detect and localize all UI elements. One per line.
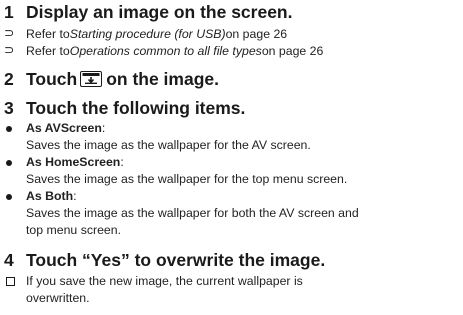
option-colon: : xyxy=(73,189,77,203)
note-line-2: overwritten. xyxy=(26,291,90,305)
reference-1-prefix: Refer to xyxy=(26,27,70,41)
option-description: Saves the image as the wallpaper for the… xyxy=(26,138,311,152)
reference-2-link[interactable]: Operations common to all file types xyxy=(70,44,262,59)
step-4: 4 Touch “Yes” to overwrite the image. xyxy=(0,250,325,270)
arrow-marker-icon: ⊃ xyxy=(4,43,15,57)
step-4-text: Touch “Yes” to overwrite the image. xyxy=(26,250,326,270)
step-3-number: 3 xyxy=(4,98,14,118)
reference-1-suffix: on page 26 xyxy=(225,27,288,41)
option-description-line-2: top menu screen. xyxy=(26,223,122,237)
step-1-number: 1 xyxy=(4,2,14,22)
reference-2-prefix: Refer to xyxy=(26,44,70,58)
option-item: As AVScreen: xyxy=(0,121,105,136)
reference-2-suffix: on page 26 xyxy=(261,44,324,58)
reference-1: ⊃ Refer to Starting procedure (for USB) … xyxy=(0,26,288,42)
option-description-line-1: Saves the image as the wallpaper for bot… xyxy=(26,206,359,220)
bullet-icon xyxy=(0,189,26,204)
arrow-marker-icon: ⊃ xyxy=(4,26,15,40)
save-image-icon xyxy=(80,71,103,87)
bullet-icon xyxy=(0,155,26,170)
step-3-text: Touch the following items. xyxy=(26,98,246,118)
note-line-1: If you save the new image, the current w… xyxy=(26,274,303,288)
option-colon: : xyxy=(120,155,124,169)
option-colon: : xyxy=(101,121,106,135)
step-2-text-after: on the image. xyxy=(106,69,219,89)
option-item: As Both: xyxy=(0,189,77,204)
step-4-number: 4 xyxy=(4,250,14,270)
option-label: As Both xyxy=(26,189,74,203)
option-description: Saves the image as the wallpaper for the… xyxy=(26,172,348,186)
step-2-number: 2 xyxy=(4,69,14,89)
option-label: As AVScreen xyxy=(26,121,102,135)
option-label: As HomeScreen xyxy=(26,155,121,169)
manual-page: 1 Display an image on the screen. ⊃ Refe… xyxy=(0,0,463,315)
note: If you save the new image, the current w… xyxy=(0,274,303,290)
checkbox-icon xyxy=(0,274,26,290)
step-3: 3 Touch the following items. xyxy=(0,98,245,118)
option-item: As HomeScreen: xyxy=(0,155,124,170)
reference-2: ⊃ Refer to Operations common to all file… xyxy=(0,43,324,59)
step-1: 1 Display an image on the screen. xyxy=(0,2,292,22)
bullet-icon xyxy=(0,121,26,136)
step-2-text-before: Touch xyxy=(26,69,78,89)
reference-1-link[interactable]: Starting procedure (for USB) xyxy=(70,27,226,42)
step-1-text: Display an image on the screen. xyxy=(26,2,293,22)
step-2: 2 Touch on the image. xyxy=(0,69,219,89)
